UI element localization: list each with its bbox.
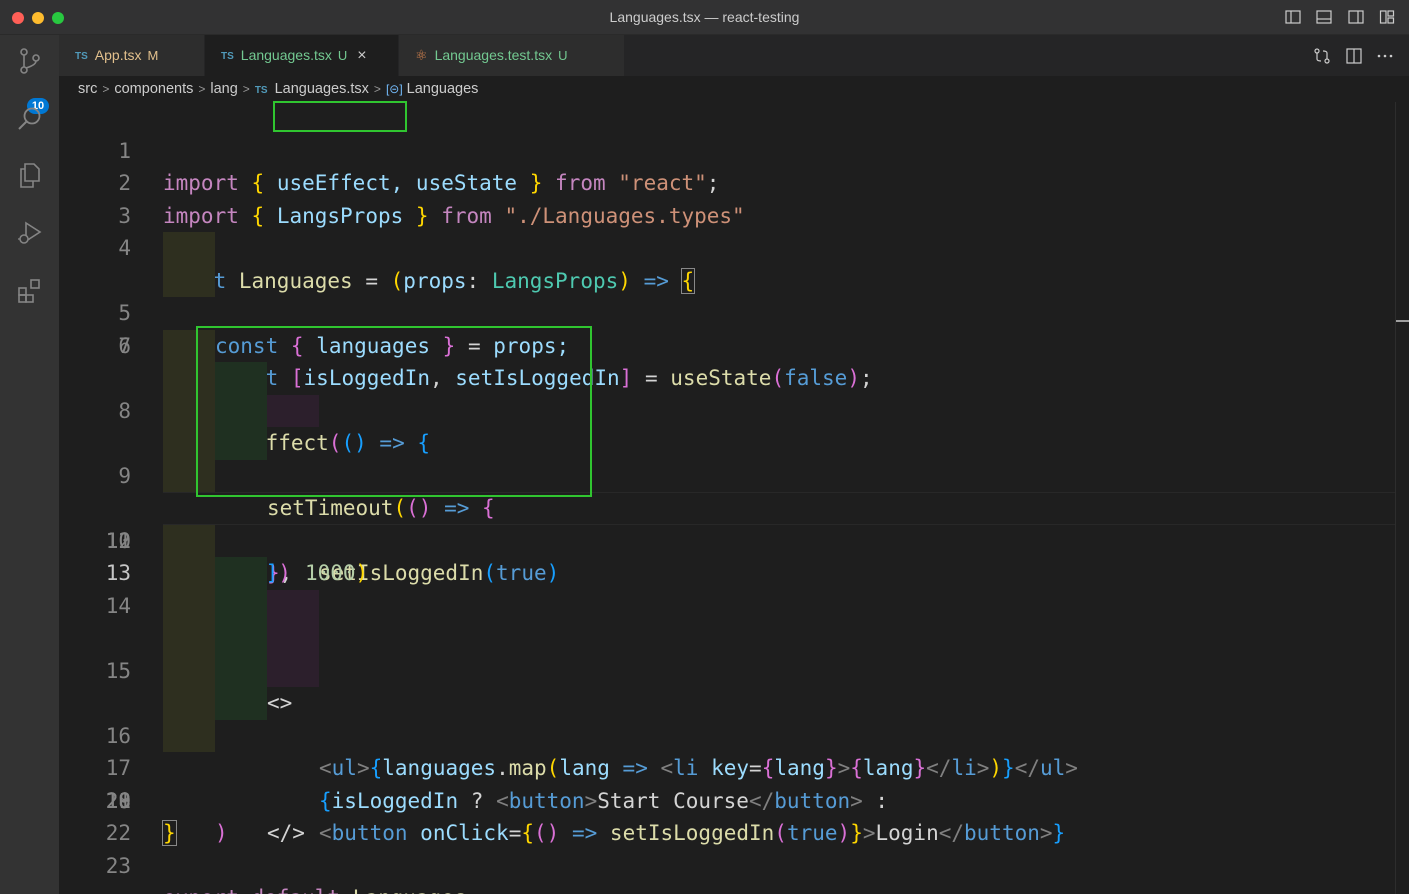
run-debug-icon[interactable] [16,219,44,247]
close-tab-icon[interactable]: × [357,47,366,64]
react-file-icon: ⚛ [415,47,428,63]
indent-guide [163,232,215,265]
editor-tab-bar: TS App.tsx M TS Languages.tsx U × ⚛ Languages.… [59,35,1409,76]
symbol-variable-icon: [⊝] [385,82,403,96]
code-line: 6 const [isLoggedIn, setIsLoggedIn] = us… [59,264,1395,390]
token: Languages [353,886,467,894]
source-control-icon[interactable] [16,47,44,75]
tab-languages-tsx[interactable]: TS Languages.tsx U × [205,35,399,76]
tab-status-untracked: U [558,48,568,63]
typescript-file-icon: TS [75,51,88,62]
chevron-right-icon: > [198,82,206,96]
chevron-right-icon: > [102,82,110,96]
code-editor[interactable]: 1 import { useEffect, useState } from "r… [59,102,1395,894]
code-line: 5 const { languages } = props; [59,232,1395,358]
code-line: 21 } [59,752,1395,846]
breadcrumb: src > components > lang > TS Languages.tsx > [⊝] L… [59,76,1409,102]
indent-guide [215,589,267,622]
tab-languages-test-tsx[interactable]: ⚛ Languages.test.tsx U [399,35,625,76]
code-line: 22 [59,785,1395,845]
toggle-secondary-sidebar-icon[interactable] [1348,9,1364,25]
code-line: 14 return ( [59,524,1395,650]
more-actions-icon[interactable] [1376,47,1394,65]
chevron-right-icon: > [242,82,250,96]
indent-guide [163,687,215,720]
indent-guide [215,687,267,720]
indent-guide [163,524,215,557]
tab-label: Languages.test.tsx [434,47,553,63]
explorer-icon[interactable] [16,161,44,189]
breadcrumb-file[interactable]: Languages.tsx [275,81,369,97]
code-line: 17 {isLoggedIn ? <button>Start Course</b… [59,622,1395,813]
breadcrumb-item[interactable]: components [114,81,193,97]
tab-label: Languages.tsx [240,47,332,63]
code-line: 2 import { LangsProps } from "./Language… [59,135,1395,228]
token: export [163,886,239,894]
indent-guide [163,589,215,622]
toggle-panel-icon[interactable] [1316,9,1332,25]
tab-label: App.tsx [94,47,142,63]
activity-bar: 10 [0,35,59,894]
split-editor-icon[interactable] [1345,47,1363,65]
window-title: Languages.tsx — react-testing [609,9,800,25]
compare-changes-icon[interactable] [1313,47,1331,65]
chevron-right-icon: > [373,82,381,96]
indent-guide [267,589,319,622]
extensions-icon[interactable] [16,277,44,305]
editor-scrollbar[interactable] [1395,102,1409,894]
code-line: 4 const Languages = (props: LangsProps) … [59,200,1395,294]
toggle-primary-sidebar-icon[interactable] [1285,9,1301,25]
code-line: 20 ) [59,719,1395,845]
search-icon[interactable] [16,105,44,133]
indent-guide [163,719,215,752]
code-line: 23 export default Languages [59,817,1395,894]
line-content: export default Languages [163,882,466,894]
code-line: 3 [59,167,1395,228]
token: default [252,886,341,894]
breadcrumb-symbol[interactable]: Languages [407,81,479,97]
indent-guide [163,654,215,687]
line-number: 23 [105,853,131,878]
title-bar: Languages.tsx — react-testing [0,0,1409,35]
indent-guide [215,622,267,655]
indent-guide [267,622,319,655]
code-line: 15 <> [59,557,1395,715]
breadcrumb-item[interactable]: src [78,81,97,97]
code-line: 1 import { useEffect, useState } from "r… [59,102,1395,196]
typescript-file-icon: TS [221,51,234,62]
tab-status-untracked: U [337,48,348,63]
scrollbar-cursor-marker [1396,320,1409,322]
code-line: 16 <ul>{languages.map(lang => <li key={l… [59,589,1395,780]
indent-guide [163,264,215,297]
typescript-file-icon: TS [254,85,268,96]
highlight-box-useeffect-block [196,326,592,497]
breadcrumb-item[interactable]: lang [210,81,237,97]
code-line: 18 <button onClick={() => setIsLoggedIn(… [59,654,1395,845]
highlight-box-useeffect-import [273,101,407,132]
indent-guide [215,557,267,590]
code-line: 7 [59,297,1395,358]
tab-app-tsx[interactable]: TS App.tsx M [59,35,205,76]
code-line: 19 </> [59,687,1395,845]
indent-guide [215,654,267,687]
tab-status-modified: M [147,48,159,63]
indent-guide [163,557,215,590]
indent-guide [163,622,215,655]
customize-layout-icon[interactable] [1379,9,1395,25]
indent-guide [267,654,319,687]
